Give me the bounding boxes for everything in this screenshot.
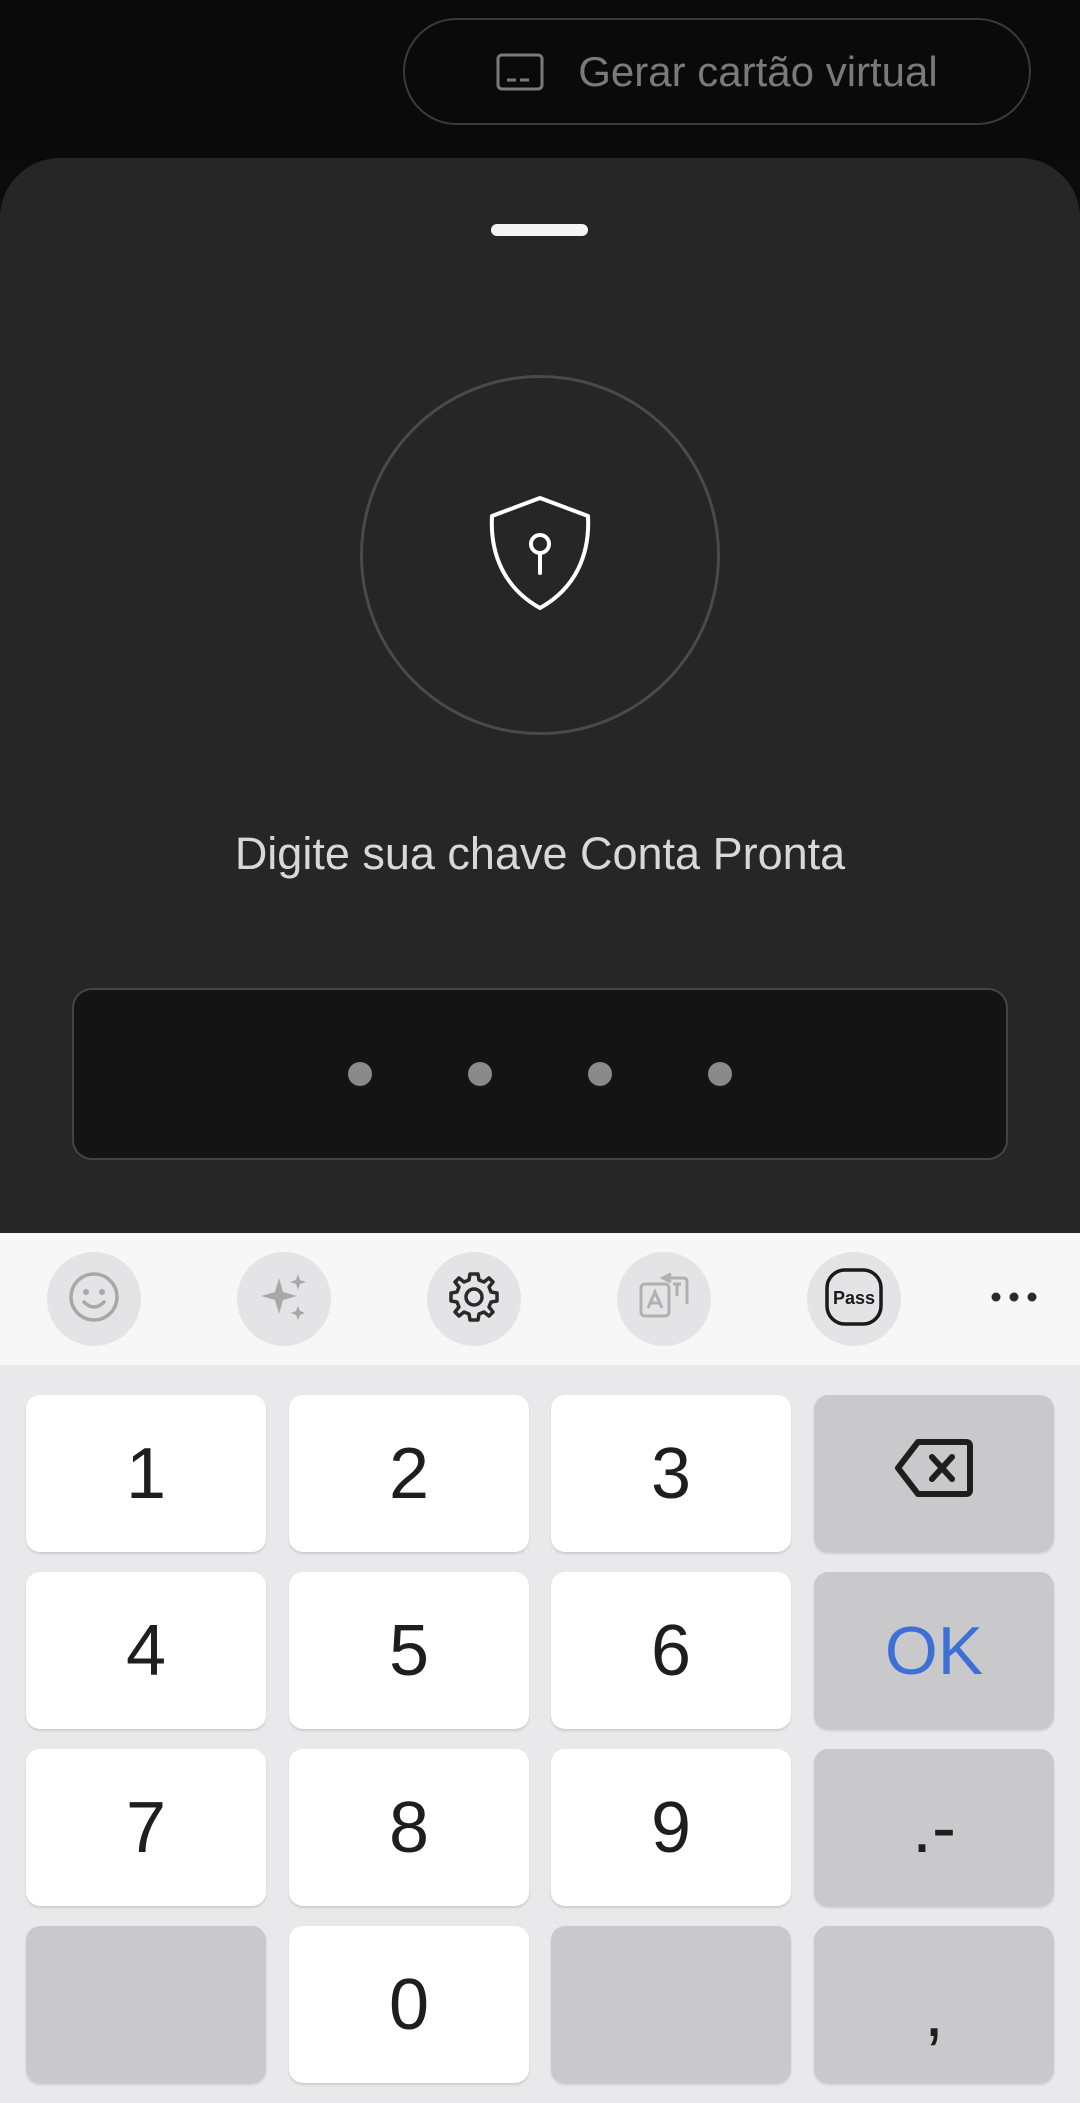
shield-key-icon [484,494,596,617]
settings-button[interactable] [427,1252,521,1346]
backspace-icon [894,1433,974,1515]
key-1[interactable]: 1 [26,1395,266,1552]
generate-virtual-card-button[interactable]: Gerar cartão virtual [403,18,1031,125]
emoji-icon [67,1270,121,1329]
dot-dash-key[interactable]: .- [814,1749,1054,1906]
more-icon [989,1290,1039,1309]
pin-input-field[interactable] [72,988,1008,1160]
key-5[interactable]: 5 [289,1572,529,1729]
key-7[interactable]: 7 [26,1749,266,1906]
pin-prompt: Digite sua chave Conta Pronta [234,828,846,879]
pin-dot [468,1062,492,1086]
gear-icon [447,1270,501,1329]
pin-dot [588,1062,612,1086]
key-0[interactable]: 0 [289,1926,529,2083]
translate-icon [637,1270,691,1329]
pin-bottom-sheet: Digite sua chave Conta Pronta [0,158,1080,1238]
pass-label: Pass [833,1288,875,1308]
pin-dot [348,1062,372,1086]
emoji-button[interactable] [47,1252,141,1346]
key-3[interactable]: 3 [551,1395,791,1552]
comma-key[interactable]: , [814,1926,1054,2083]
ok-key[interactable]: OK [814,1572,1054,1729]
key-2[interactable]: 2 [289,1395,529,1552]
pass-button[interactable]: Pass [807,1252,901,1346]
blank-key-right [551,1926,791,2083]
backspace-key[interactable] [814,1395,1054,1552]
key-4[interactable]: 4 [26,1572,266,1729]
blank-key-left [26,1926,266,2083]
virtual-card-label: Gerar cartão virtual [578,47,938,95]
card-icon [496,53,544,91]
screen: Gerar cartão virtual Digite sua chave Co… [0,0,1080,2103]
ai-button[interactable] [237,1252,331,1346]
pin-dot [708,1062,732,1086]
key-8[interactable]: 8 [289,1749,529,1906]
key-9[interactable]: 9 [551,1749,791,1906]
more-options-button[interactable] [967,1252,1061,1346]
key-6[interactable]: 6 [551,1572,791,1729]
shield-badge [360,375,720,735]
pass-icon: Pass [824,1267,884,1332]
sparkle-icon [257,1270,311,1329]
translate-button[interactable] [617,1252,711,1346]
sheet-drag-handle[interactable] [491,224,588,236]
keyboard-toolbar: Pass [0,1233,1080,1365]
top-background: Gerar cartão virtual [0,0,1080,160]
numeric-keyboard: Pass 1 2 3 4 5 6 OK 7 8 9 .- 0 , [0,1233,1080,2103]
